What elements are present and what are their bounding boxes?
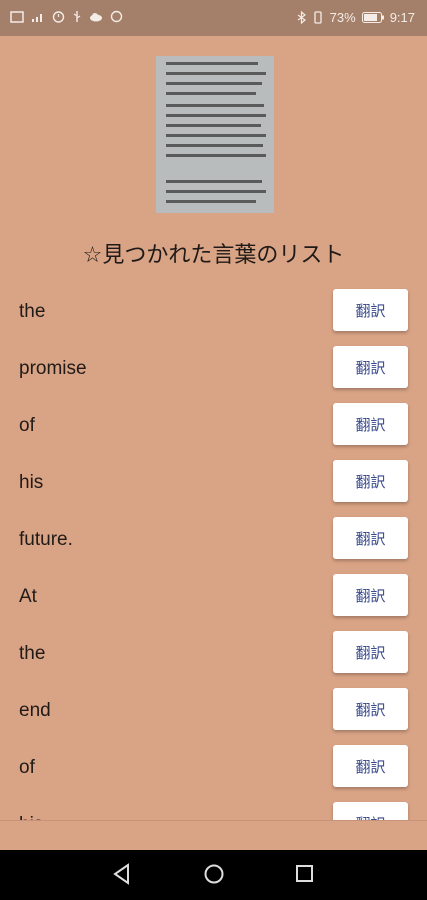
word-row: of 翻訳	[0, 397, 427, 454]
notification-icon	[10, 10, 24, 23]
word-row: promise 翻訳	[0, 340, 427, 397]
usb-icon	[73, 11, 81, 22]
translate-button[interactable]: 翻訳	[333, 346, 408, 388]
recents-icon[interactable]	[295, 862, 315, 886]
page-title: ☆見つかれた言葉のリスト	[82, 243, 345, 268]
bluetooth-icon	[297, 11, 306, 24]
translate-button[interactable]: 翻訳	[333, 403, 408, 445]
word-row: At 翻訳	[0, 568, 427, 625]
word-row: future. 翻訳	[0, 511, 427, 568]
translate-button[interactable]: 翻訳	[333, 802, 408, 820]
word-row: of 翻訳	[0, 739, 427, 796]
status-right-icons: 73% 9:17	[297, 10, 415, 25]
word-row: end 翻訳	[0, 682, 427, 739]
whatsapp-icon	[110, 10, 123, 23]
clock: 9:17	[389, 10, 415, 25]
system-nav-bar	[0, 850, 427, 900]
word-label: of	[19, 757, 35, 778]
word-label: end	[19, 700, 51, 721]
translate-button[interactable]: 翻訳	[333, 460, 408, 502]
translate-button[interactable]: 翻訳	[333, 289, 408, 331]
word-label: his	[19, 472, 44, 493]
translate-button[interactable]: 翻訳	[333, 574, 408, 616]
word-row: his 翻訳	[0, 454, 427, 511]
signal-icon	[32, 13, 42, 22]
scanned-page-image	[156, 56, 274, 213]
word-row: the 翻訳	[0, 625, 427, 682]
word-label: At	[19, 586, 37, 607]
home-icon[interactable]	[203, 862, 225, 886]
translate-button[interactable]: 翻訳	[333, 631, 408, 673]
vibrate-icon	[314, 11, 322, 24]
word-label: promise	[19, 358, 87, 379]
alarm-icon	[52, 11, 65, 23]
word-label: future.	[19, 529, 73, 550]
status-left-icons	[10, 10, 123, 23]
word-label: of	[19, 415, 35, 436]
translate-button[interactable]: 翻訳	[333, 745, 408, 787]
word-label: the	[19, 643, 46, 664]
back-icon[interactable]	[112, 862, 132, 886]
translate-button[interactable]: 翻訳	[333, 517, 408, 559]
status-bar: 73% 9:17	[0, 0, 427, 36]
cloud-icon	[90, 12, 102, 21]
translate-button[interactable]: 翻訳	[333, 688, 408, 730]
word-row: his翻訳	[0, 796, 427, 820]
battery-percent: 73%	[329, 10, 356, 25]
main-content: ☆見つかれた言葉のリスト the 翻訳 promise 翻訳 of 翻訳 his 翻訳 futu…	[0, 36, 427, 820]
bottom-divider	[0, 820, 427, 851]
battery-icon	[361, 12, 384, 23]
word-label: the	[19, 301, 46, 322]
word-row: the 翻訳	[0, 283, 427, 340]
